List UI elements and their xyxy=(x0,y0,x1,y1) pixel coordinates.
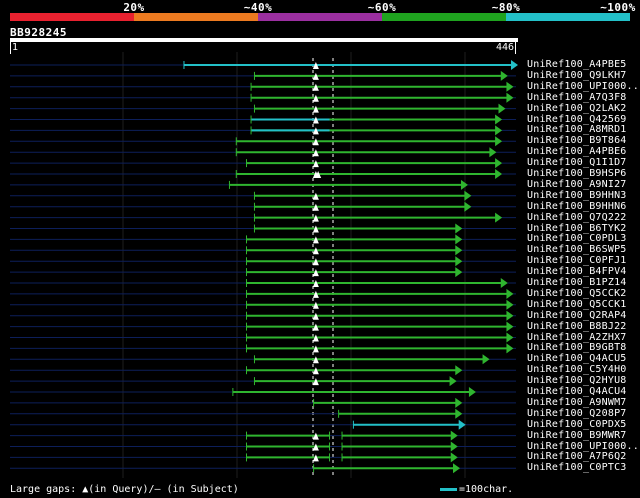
hit-label[interactable]: UniRef100_Q7Q222 xyxy=(527,212,627,223)
hit-end-arrow xyxy=(500,278,508,288)
hit-end-arrow xyxy=(506,343,514,354)
hit-label[interactable]: UniRef100_C5Y4H0 xyxy=(527,364,627,375)
hit-end-arrow xyxy=(489,147,497,158)
hit-label[interactable]: UniRef100_B9MWR7 xyxy=(527,430,627,441)
hit-label[interactable]: UniRef100_A7Q3F8 xyxy=(527,92,627,103)
hit-label[interactable]: UniRef100_C0PDX5 xyxy=(527,419,627,430)
hit-end-arrow xyxy=(506,81,514,92)
hit-label[interactable]: UniRef100_Q9LKH7 xyxy=(527,70,627,81)
hit-end-arrow xyxy=(506,92,514,103)
hit-label[interactable]: UniRef100_A9NWM7 xyxy=(527,397,627,408)
hit-label[interactable]: UniRef100_B6SWP5 xyxy=(527,244,627,255)
hit-end-arrow xyxy=(453,463,461,474)
hit-label[interactable]: UniRef100_B9HSP6 xyxy=(527,168,627,179)
hit-label[interactable]: UniRef100_B4FPV4 xyxy=(527,266,627,277)
hit-end-arrow xyxy=(455,245,463,256)
hit-end-arrow xyxy=(455,256,463,267)
hit-end-arrow xyxy=(495,169,503,179)
hit-end-arrow xyxy=(495,114,503,125)
hit-end-arrow xyxy=(468,387,476,397)
hit-end-arrow xyxy=(455,223,463,234)
hit-label[interactable]: UniRef100_Q5CCK1 xyxy=(527,299,627,310)
hit-end-arrow xyxy=(495,136,503,147)
hit-label[interactable]: UniRef100_C0PDL3 xyxy=(527,233,627,244)
hit-label[interactable]: UniRef100_UPI000.. xyxy=(527,81,639,92)
hit-end-arrow xyxy=(455,397,463,408)
hit-end-arrow xyxy=(464,201,472,212)
hit-end-arrow xyxy=(500,70,508,81)
hit-label[interactable]: UniRef100_A7P6Q2 xyxy=(527,451,627,462)
hit-label[interactable]: UniRef100_C0PTC3 xyxy=(527,462,627,473)
hit-end-arrow xyxy=(495,125,503,136)
hit-end-arrow xyxy=(506,321,514,332)
scale-bar-sample xyxy=(440,488,457,491)
hit-end-arrow xyxy=(455,408,463,419)
hit-label[interactable]: UniRef100_Q42569 xyxy=(527,114,627,125)
hit-label[interactable]: UniRef100_Q4ACU4 xyxy=(527,386,627,397)
hit-label[interactable]: UniRef100_A4PBE6 xyxy=(527,146,627,157)
hit-label[interactable]: UniRef100_B9GBT8 xyxy=(527,342,627,353)
hit-label[interactable]: UniRef100_A2ZHX7 xyxy=(527,332,627,343)
hit-end-arrow xyxy=(498,103,506,114)
hit-end-arrow xyxy=(495,158,503,169)
gap-legend-note: Large gaps: ▲(in Query)/— (in Subject) xyxy=(10,484,239,495)
hit-label[interactable]: UniRef100_B8BJ22 xyxy=(527,321,627,332)
hit-label[interactable]: UniRef100_Q1I1D7 xyxy=(527,157,627,168)
hit-label[interactable]: UniRef100_B9HHN3 xyxy=(527,190,627,201)
hit-label[interactable]: UniRef100_A4PBE5 xyxy=(527,59,627,70)
hit-label[interactable]: UniRef100_B9HHN6 xyxy=(527,201,627,212)
hit-end-arrow xyxy=(511,60,518,70)
scale-legend: =100char. xyxy=(440,484,513,495)
hit-label[interactable]: UniRef100_Q4ACU5 xyxy=(527,353,627,364)
hit-label[interactable]: UniRef100_B9T864 xyxy=(527,135,627,146)
hit-end-arrow xyxy=(455,234,463,245)
hit-end-arrow xyxy=(455,365,463,376)
hit-label[interactable]: UniRef100_A9NI27 xyxy=(527,179,627,190)
hit-label[interactable]: UniRef100_Q208P7 xyxy=(527,408,627,419)
scale-label: =100char. xyxy=(459,484,514,495)
hit-label[interactable]: UniRef100_Q2LAK2 xyxy=(527,103,627,114)
hit-end-arrow xyxy=(455,267,463,278)
hit-end-arrow xyxy=(506,310,514,321)
hit-label[interactable]: UniRef100_B1PZ14 xyxy=(527,277,627,288)
hit-end-arrow xyxy=(450,452,458,463)
hit-label[interactable]: UniRef100_C0PFJ1 xyxy=(527,255,627,266)
hit-end-arrow xyxy=(506,332,514,343)
hit-end-arrow xyxy=(464,190,472,201)
hit-label[interactable]: UniRef100_A8MRD1 xyxy=(527,124,627,135)
hit-label[interactable]: UniRef100_Q2RAP4 xyxy=(527,310,627,321)
hit-end-arrow xyxy=(506,288,514,299)
hit-end-arrow xyxy=(450,430,458,441)
hit-label[interactable]: UniRef100_B6TYK2 xyxy=(527,223,627,234)
hit-end-arrow xyxy=(482,354,490,365)
hit-label[interactable]: UniRef100_UPI000.. xyxy=(527,441,639,452)
hit-end-arrow xyxy=(449,376,457,387)
hit-end-arrow xyxy=(450,441,458,452)
hit-end-arrow xyxy=(506,299,514,310)
hit-end-arrow xyxy=(495,212,503,223)
hit-end-arrow xyxy=(460,179,468,190)
hit-label[interactable]: UniRef100_Q5CCK2 xyxy=(527,288,627,299)
hit-label[interactable]: UniRef100_Q2HYU8 xyxy=(527,375,627,386)
